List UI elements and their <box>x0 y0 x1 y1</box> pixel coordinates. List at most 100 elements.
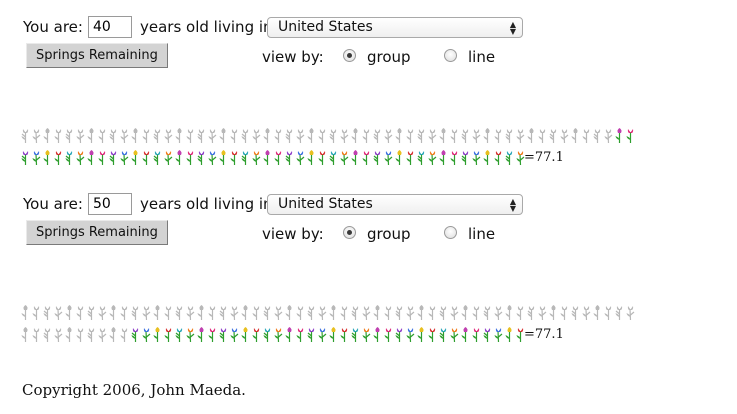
country-select-value: United States <box>278 196 373 212</box>
spent-spring-flower-icon <box>219 306 227 320</box>
remaining-spring-flower-icon <box>329 327 336 342</box>
country-select[interactable]: United States ▲ ▼ <box>267 194 523 215</box>
remaining-spring-flower-icon <box>428 328 436 342</box>
remaining-spring-flower-icon <box>285 151 293 165</box>
spent-spring-flower-icon <box>516 306 524 320</box>
remaining-spring-flower-icon <box>472 328 480 342</box>
age-input[interactable] <box>88 193 132 215</box>
flower-row <box>20 302 636 320</box>
spent-spring-flower-icon <box>395 306 403 320</box>
spent-spring-flower-icon <box>472 129 481 143</box>
remaining-spring-flower-icon <box>615 128 622 143</box>
spent-spring-flower-icon <box>527 306 535 320</box>
spent-spring-flower-icon <box>32 129 41 143</box>
remaining-spring-flower-icon <box>109 151 117 165</box>
remaining-spring-flower-icon <box>131 328 139 342</box>
country-select[interactable]: United States ▲ ▼ <box>267 17 523 38</box>
view-by-group-radio[interactable] <box>343 226 356 239</box>
spent-spring-flower-icon <box>252 306 260 320</box>
view-by-line-radio[interactable] <box>444 226 457 239</box>
remaining-spring-flower-icon <box>494 328 503 342</box>
springs-remaining-button[interactable]: Springs Remaining <box>26 220 168 245</box>
remaining-spring-flower-icon <box>505 327 512 342</box>
remaining-spring-flower-icon <box>54 151 62 165</box>
spent-spring-flower-icon <box>505 305 512 320</box>
spent-spring-flower-icon <box>109 327 116 342</box>
spent-spring-flower-icon <box>483 306 491 320</box>
spent-spring-flower-icon <box>197 129 205 143</box>
spent-spring-flower-icon <box>329 129 337 143</box>
spent-spring-flower-icon <box>439 306 447 320</box>
remaining-spring-flower-icon <box>417 327 424 342</box>
remaining-spring-flower-icon <box>98 151 106 165</box>
view-by-group-radio[interactable] <box>343 49 356 62</box>
spent-spring-flower-icon <box>549 305 556 320</box>
spent-spring-flower-icon <box>21 129 29 143</box>
spent-spring-flower-icon <box>65 327 72 342</box>
remaining-spring-flower-icon <box>32 151 41 165</box>
remaining-spring-flower-icon <box>175 328 183 342</box>
spent-spring-flower-icon <box>230 129 238 143</box>
remaining-spring-flower-icon <box>186 151 194 165</box>
spent-spring-flower-icon <box>285 305 292 320</box>
remaining-spring-flower-icon <box>241 151 249 165</box>
remaining-spring-flower-icon <box>197 327 204 342</box>
view-by-line-radio[interactable] <box>444 49 457 62</box>
living-label: years old living in <box>140 18 273 36</box>
spent-spring-flower-icon <box>406 306 415 320</box>
springs-remaining-result: =77.1 <box>524 150 564 165</box>
spent-spring-flower-icon <box>307 306 315 320</box>
spent-spring-flower-icon <box>384 129 393 143</box>
spent-spring-flower-icon <box>351 128 358 143</box>
spent-spring-flower-icon <box>164 129 173 143</box>
spent-spring-flower-icon <box>439 128 446 143</box>
spent-spring-flower-icon <box>87 306 95 320</box>
spent-spring-flower-icon <box>340 306 348 320</box>
spent-spring-flower-icon <box>571 128 578 143</box>
remaining-spring-flower-icon <box>197 151 205 165</box>
spent-spring-flower-icon <box>296 306 304 320</box>
spent-spring-flower-icon <box>549 129 557 143</box>
remaining-spring-flower-icon <box>263 328 271 342</box>
spent-spring-flower-icon <box>263 306 271 320</box>
spent-spring-flower-icon <box>582 306 591 320</box>
spent-spring-flower-icon <box>175 128 182 143</box>
spent-spring-flower-icon <box>76 129 85 143</box>
springs-remaining-result: =77.1 <box>524 327 564 342</box>
spent-spring-flower-icon <box>362 129 370 143</box>
spent-spring-flower-icon <box>65 129 73 143</box>
spent-spring-flower-icon <box>604 306 612 320</box>
spent-spring-flower-icon <box>54 306 63 320</box>
remaining-spring-flower-icon <box>384 328 392 342</box>
remaining-spring-flower-icon <box>329 151 337 165</box>
spent-spring-flower-icon <box>516 129 525 143</box>
age-input[interactable] <box>88 16 132 38</box>
spent-spring-flower-icon <box>32 328 40 342</box>
spent-spring-flower-icon <box>43 128 50 143</box>
flower-row <box>20 125 636 143</box>
spent-spring-flower-icon <box>560 306 568 320</box>
remaining-spring-flower-icon <box>65 151 73 165</box>
spent-spring-flower-icon <box>615 306 623 320</box>
remaining-spring-flower-icon <box>318 151 326 165</box>
remaining-spring-flower-icon <box>87 150 94 165</box>
spent-spring-flower-icon <box>21 327 28 342</box>
spent-spring-flower-icon <box>494 129 502 143</box>
spent-spring-flower-icon <box>450 129 458 143</box>
remaining-spring-flower-icon <box>175 150 182 165</box>
remaining-spring-flower-icon <box>296 328 304 342</box>
springs-remaining-button[interactable]: Springs Remaining <box>26 43 168 68</box>
spent-spring-flower-icon <box>208 129 217 143</box>
spent-spring-flower-icon <box>483 128 490 143</box>
spent-spring-flower-icon <box>450 306 459 320</box>
spent-spring-flower-icon <box>76 306 84 320</box>
spent-spring-flower-icon <box>109 305 116 320</box>
remaining-spring-flower-icon <box>428 151 437 165</box>
spent-spring-flower-icon <box>241 305 248 320</box>
remaining-spring-flower-icon <box>362 328 371 342</box>
remaining-spring-flower-icon <box>340 328 348 342</box>
select-arrows-icon: ▲ ▼ <box>509 197 516 213</box>
remaining-spring-flower-icon <box>384 151 393 165</box>
remaining-spring-flower-icon <box>164 151 173 165</box>
spent-spring-flower-icon <box>307 128 314 143</box>
